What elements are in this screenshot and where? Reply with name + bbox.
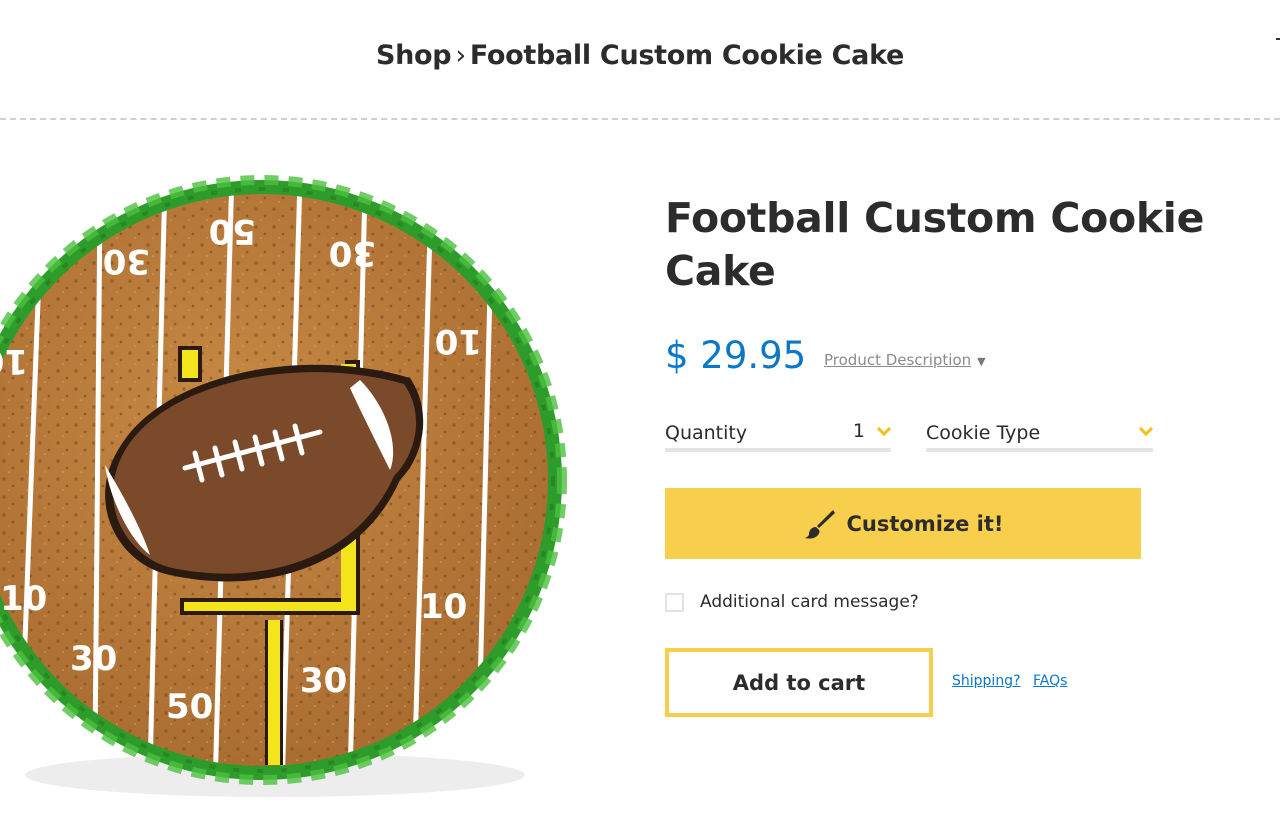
page-header: Shop › Football Custom Cookie Cake <box>0 0 1280 120</box>
breadcrumb-current: Football Custom Cookie Cake <box>469 40 905 71</box>
yard-number-30-top-right: 30 <box>329 233 376 273</box>
add-to-cart-button[interactable]: Add to cart <box>665 648 933 717</box>
chevron-down-icon <box>1138 421 1154 437</box>
yard-number-30-bottom-right: 30 <box>300 661 347 701</box>
product-description-link[interactable]: Product Description ▼ <box>824 351 986 369</box>
yard-number-50-bottom: 50 <box>166 687 213 727</box>
quantity-value: 1 <box>852 420 865 442</box>
paintbrush-icon <box>804 509 835 539</box>
customize-button[interactable]: Customize it! <box>665 488 1141 559</box>
yard-number-50-top: 50 <box>209 211 256 251</box>
cookie-type-select[interactable]: Cookie Type <box>926 418 1154 452</box>
card-message-checkbox[interactable] <box>665 592 684 612</box>
cookie-type-label: Cookie Type <box>926 422 1041 444</box>
yard-number-30-bottom-left: 30 <box>70 639 117 679</box>
breadcrumb: Shop › Football Custom Cookie Cake <box>0 40 1280 71</box>
product-title: Football Custom Cookie Cake <box>665 194 1205 295</box>
product-description-label: Product Description <box>824 351 972 369</box>
chevron-down-icon <box>876 421 892 437</box>
card-message-row: Additional card message? <box>665 590 919 614</box>
yard-number-10-bottom-right: 10 <box>420 587 467 627</box>
yard-number-10-top-right: 10 <box>435 321 482 361</box>
corner-mark <box>1276 38 1280 40</box>
chevron-down-icon: ▼ <box>977 355 986 368</box>
shipping-link[interactable]: Shipping? <box>952 673 1021 689</box>
yard-number-10-top-left: 10 <box>0 341 28 381</box>
yard-number-10-bottom-left: 10 <box>0 579 47 619</box>
yard-number-30-top-left: 30 <box>103 241 150 281</box>
faqs-link[interactable]: FAQs <box>1033 673 1067 689</box>
breadcrumb-shop-link[interactable]: Shop <box>376 40 452 71</box>
football-cookie-cake-image: 30 50 30 10 10 30 50 30 10 10 <box>0 175 567 797</box>
product-price: $ 29.95 <box>665 334 807 377</box>
product-image: 30 50 30 10 10 30 50 30 10 10 <box>0 150 580 828</box>
breadcrumb-separator: › <box>455 40 466 71</box>
customize-label: Customize it! <box>846 511 1004 536</box>
card-message-label: Additional card message? <box>700 592 919 612</box>
quantity-label: Quantity <box>665 422 748 444</box>
quantity-select[interactable]: Quantity 1 <box>665 418 892 452</box>
